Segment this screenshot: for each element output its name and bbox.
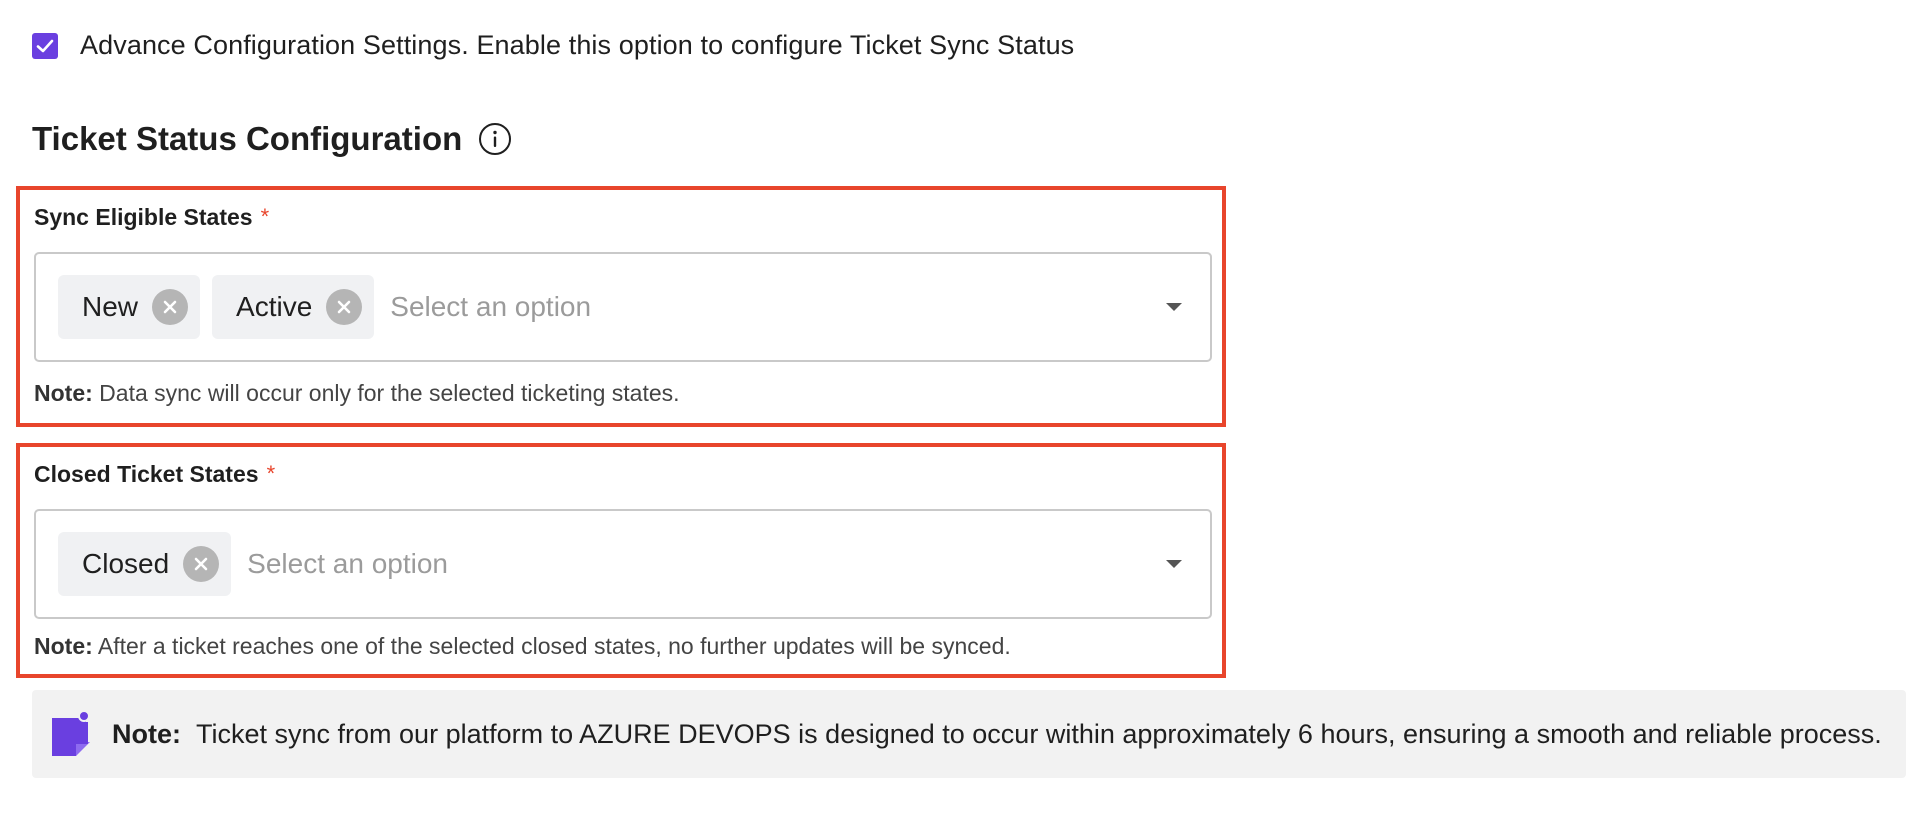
closed-ticket-states-label: Closed Ticket States * [34, 461, 275, 488]
note-prefix: Note: [34, 380, 93, 406]
banner-text: Note: Ticket sync from our platform to A… [112, 719, 1882, 750]
note-sticky-icon [50, 710, 96, 758]
info-circle-icon[interactable] [478, 122, 512, 156]
advance-config-row[interactable]: Advance Configuration Settings. Enable t… [32, 30, 1074, 61]
remove-chip-icon[interactable] [326, 289, 363, 325]
caret-down-icon[interactable] [1166, 303, 1182, 311]
section-header: Ticket Status Configuration [32, 120, 512, 158]
select-placeholder[interactable]: Select an option [247, 548, 1166, 580]
sync-eligible-states-label-text: Sync Eligible States [34, 204, 253, 230]
note-prefix: Note: [34, 633, 93, 659]
remove-chip-icon[interactable] [183, 546, 220, 582]
chip-closed: Closed [58, 532, 232, 596]
ticket-status-settings-page: Advance Configuration Settings. Enable t… [0, 0, 1906, 816]
banner-note-text: Ticket sync from our platform to AZURE D… [196, 718, 1882, 749]
remove-chip-icon[interactable] [152, 289, 189, 325]
closed-states-note: Note: After a ticket reaches one of the … [34, 633, 1011, 660]
select-placeholder[interactable]: Select an option [390, 291, 1166, 323]
sync-info-banner: Note: Ticket sync from our platform to A… [32, 690, 1906, 778]
chip-label: Closed [82, 548, 170, 579]
chip-new: New [58, 275, 201, 339]
section-title: Ticket Status Configuration [32, 120, 463, 157]
sync-eligible-states-group: Sync Eligible States * New Active Select … [16, 186, 1226, 427]
sync-eligible-states-select[interactable]: New Active Select an option [34, 252, 1212, 362]
chip-label: New [82, 291, 139, 322]
advance-config-checkbox[interactable] [32, 32, 58, 59]
caret-down-icon[interactable] [1166, 560, 1182, 568]
note-text: Data sync will occur only for the select… [99, 380, 680, 406]
closed-ticket-states-label-text: Closed Ticket States [34, 461, 259, 487]
required-marker: * [266, 461, 276, 486]
sync-eligible-states-label: Sync Eligible States * [34, 204, 269, 231]
checkmark-icon [36, 39, 54, 52]
banner-note-prefix: Note: [112, 718, 181, 749]
required-marker: * [260, 204, 270, 229]
sync-eligible-note: Note: Data sync will occur only for the … [34, 380, 680, 407]
chip-active: Active [212, 275, 375, 339]
closed-ticket-states-group: Closed Ticket States * Closed Select an o… [16, 443, 1226, 678]
chip-label: Active [236, 291, 313, 322]
advance-config-label: Advance Configuration Settings. Enable t… [80, 30, 1075, 60]
note-text: After a ticket reaches one of the select… [97, 633, 1011, 659]
closed-ticket-states-select[interactable]: Closed Select an option [34, 509, 1212, 619]
